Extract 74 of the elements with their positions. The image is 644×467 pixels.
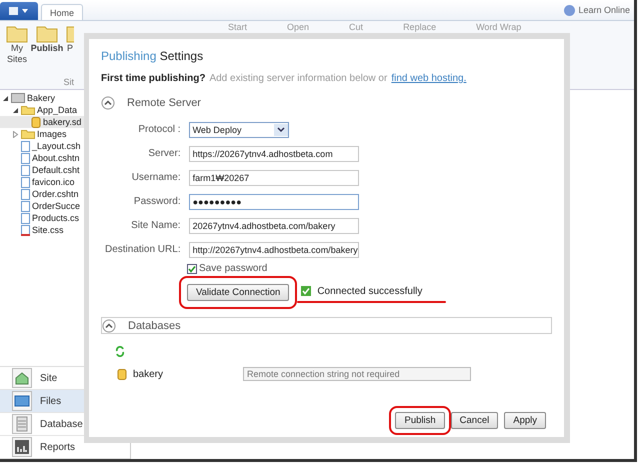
site-icon <box>11 93 25 103</box>
protocol-dropdown[interactable]: Web Deploy <box>188 122 289 138</box>
ribbon-tab[interactable]: Home <box>41 4 84 20</box>
reports-icon <box>12 437 32 457</box>
database-name: bakery <box>132 368 164 380</box>
ribbon-command: Cut <box>349 22 364 32</box>
caret-icon <box>276 127 285 133</box>
ribbon-group-label: Sit <box>62 77 74 89</box>
ribbon-button[interactable]: P <box>66 23 74 65</box>
database-icon <box>31 116 41 128</box>
tree-item[interactable]: About.cshtn <box>32 153 80 163</box>
tree-item[interactable]: Site.css <box>32 225 64 235</box>
menu-icon <box>8 6 30 16</box>
ribbon-button[interactable]: Publish <box>32 23 62 65</box>
ribbon-command: Replace <box>403 22 436 32</box>
checkbox[interactable] <box>187 264 197 274</box>
ribbon-command: Word Wrap <box>476 22 522 32</box>
input-field[interactable]: farm1₩20267 <box>188 170 359 186</box>
tree-item[interactable]: Default.csht <box>32 165 80 175</box>
checkbox-label: Save password <box>199 263 268 274</box>
field-label: Password: <box>132 196 181 208</box>
file-icon <box>21 188 30 200</box>
section-title: Databases <box>128 320 181 332</box>
dialog-button[interactable]: Publish <box>395 412 445 429</box>
application-menu-button[interactable] <box>0 2 38 20</box>
intro-text: Add existing server information below or <box>209 73 388 84</box>
field-label: Destination URL: <box>105 244 181 256</box>
tree-item[interactable]: Products.cs <box>32 213 80 223</box>
collapsed-arrow-icon[interactable] <box>12 130 19 138</box>
validate-button[interactable]: Validate Connection <box>187 284 290 301</box>
password-field[interactable]: ●●●●●●●●● <box>188 194 359 210</box>
tree-item[interactable]: Images <box>37 129 67 139</box>
file-icon <box>21 164 30 176</box>
status-text: Connected successfully <box>317 286 422 296</box>
check-icon <box>301 286 312 296</box>
expanded-arrow-icon[interactable] <box>12 106 19 114</box>
ribbon-button[interactable]: My Sites <box>6 23 28 65</box>
field-label: Site Name: <box>130 220 181 232</box>
tree-item[interactable]: _Layout.csh <box>32 141 81 151</box>
help-icon[interactable] <box>564 4 576 16</box>
dialog-button[interactable]: Cancel <box>450 412 498 429</box>
field-label: Username: <box>130 172 181 184</box>
input-field[interactable]: 20267ytnv4.adhostbeta.com/bakery <box>188 218 359 234</box>
ribbon-command: Start <box>228 22 248 32</box>
tree-item[interactable]: Order.cshtn <box>32 189 79 199</box>
section-title: Remote Server <box>127 97 201 109</box>
input-field[interactable]: http://20267ytnv4.adhostbeta.com/bakery <box>188 242 359 258</box>
tree-item[interactable]: OrderSucce <box>32 201 80 211</box>
file-icon <box>21 152 30 164</box>
database-icon <box>117 368 127 380</box>
dialog-title: Publishing Settings <box>101 49 204 63</box>
field-label: Protocol : <box>137 124 181 136</box>
field-label: Server: <box>147 148 181 160</box>
refresh-icon[interactable] <box>115 346 125 357</box>
input-field[interactable]: https://20267ytnv4.adhostbeta.com <box>188 146 359 162</box>
file-icon <box>21 140 30 152</box>
database-icon <box>12 414 32 434</box>
collapse-icon[interactable] <box>101 96 115 110</box>
site-icon <box>12 368 32 388</box>
tree-item[interactable]: favicon.ico <box>32 177 75 187</box>
help-link[interactable]: Learn Online <box>578 5 630 15</box>
expanded-arrow-icon[interactable] <box>2 94 9 102</box>
file-icon <box>21 200 30 212</box>
file-icon <box>21 224 30 236</box>
ribbon-command: Open <box>287 22 310 32</box>
web-hosting-link[interactable]: find web hosting. <box>391 73 466 84</box>
file-icon <box>21 176 30 188</box>
intro-heading: First time publishing? <box>101 73 206 84</box>
tree-item[interactable]: App_Data <box>37 105 78 115</box>
files-icon <box>12 391 32 411</box>
dialog-button[interactable]: Apply <box>504 412 546 429</box>
collapse-icon[interactable] <box>102 318 116 332</box>
file-icon <box>21 212 30 224</box>
tree-item[interactable]: Bakery <box>27 93 56 103</box>
